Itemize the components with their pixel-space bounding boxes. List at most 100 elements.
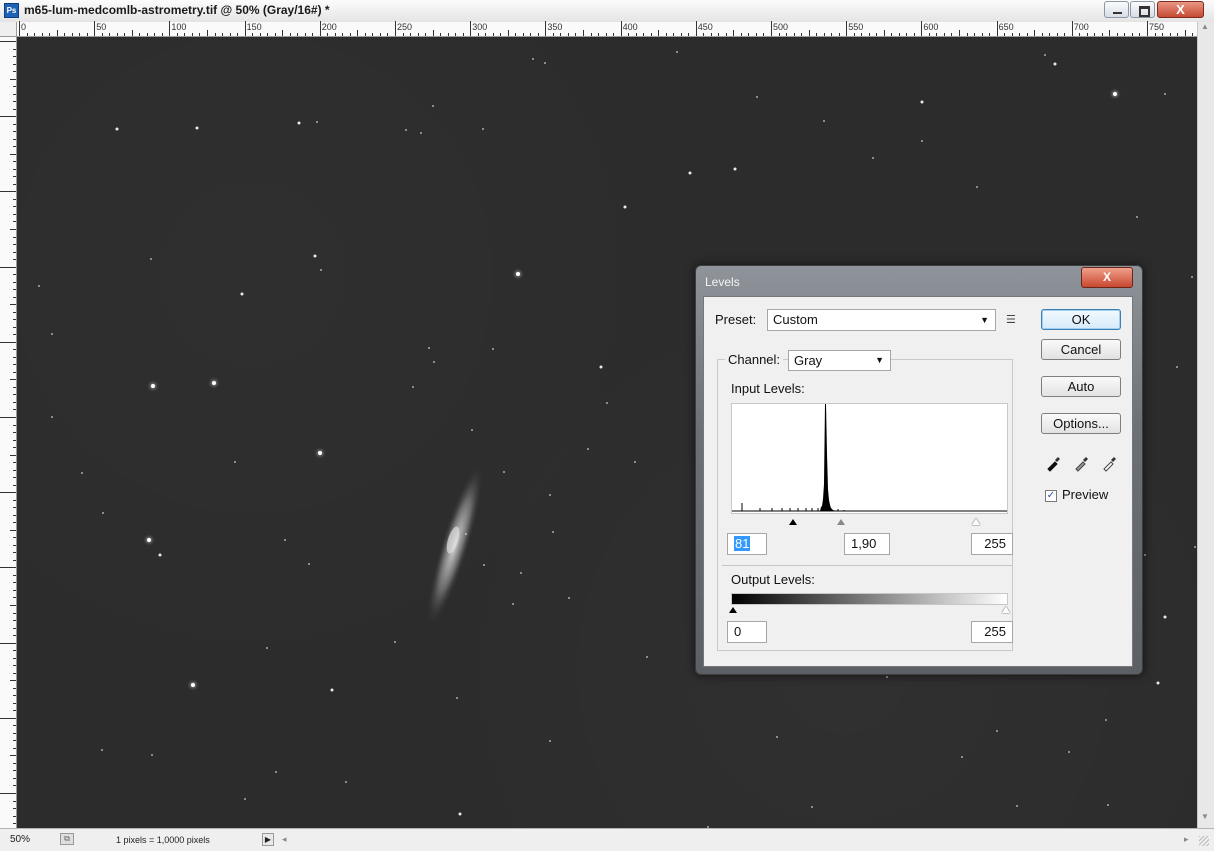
preset-dropdown[interactable]: Custom ▼ bbox=[767, 309, 996, 331]
ruler-tick bbox=[695, 21, 697, 36]
ruler-tick bbox=[13, 665, 16, 667]
ruler-label: 450 bbox=[697, 22, 713, 32]
maximize-button[interactable] bbox=[1130, 1, 1155, 18]
ruler-tick bbox=[402, 33, 404, 36]
input-black-slider[interactable] bbox=[789, 519, 797, 525]
ruler-tick bbox=[282, 30, 284, 36]
ruler-tick bbox=[13, 477, 16, 479]
ruler-tick bbox=[13, 740, 16, 742]
ruler-label: 600 bbox=[923, 22, 939, 32]
star bbox=[483, 564, 485, 566]
ruler-tick bbox=[13, 747, 16, 749]
levels-dialog: Levels X Preset: Custom ▼ ☰ Channel: Gra… bbox=[695, 265, 1143, 675]
options-button[interactable]: Options... bbox=[1041, 413, 1121, 434]
ruler-label: 400 bbox=[622, 22, 638, 32]
ruler-tick bbox=[13, 469, 16, 471]
ruler-tick bbox=[229, 33, 231, 36]
ruler-tick bbox=[327, 33, 329, 36]
ruler-tick bbox=[13, 574, 16, 576]
output-white-field[interactable]: 255 bbox=[971, 621, 1013, 643]
status-menu-button[interactable]: ▶ bbox=[262, 833, 274, 846]
ruler-tick bbox=[13, 800, 16, 802]
star bbox=[568, 597, 570, 599]
ruler-tick bbox=[13, 725, 16, 727]
input-white-value: 255 bbox=[984, 536, 1006, 551]
ruler-tick bbox=[13, 687, 16, 689]
ruler-label: 50 bbox=[96, 22, 107, 32]
ruler-tick bbox=[13, 326, 16, 328]
close-window-button[interactable]: X bbox=[1157, 1, 1204, 18]
star bbox=[308, 563, 310, 565]
star bbox=[147, 538, 151, 542]
dialog-close-button[interactable]: X bbox=[1081, 267, 1133, 288]
ruler-origin[interactable] bbox=[0, 22, 17, 37]
ruler-tick bbox=[951, 33, 953, 36]
gray-eyedropper-icon[interactable] bbox=[1073, 454, 1091, 472]
preset-options-icon[interactable]: ☰ bbox=[1006, 313, 1016, 326]
ruler-tick bbox=[10, 529, 16, 531]
preset-label: Preset: bbox=[715, 312, 757, 327]
ruler-tick bbox=[13, 432, 16, 434]
input-black-value: 81 bbox=[734, 536, 751, 551]
output-white-slider[interactable] bbox=[1002, 606, 1010, 613]
ruler-tick bbox=[13, 63, 16, 65]
input-white-field[interactable]: 255 bbox=[971, 533, 1013, 555]
ruler-tick bbox=[0, 567, 16, 569]
black-eyedropper-icon[interactable] bbox=[1045, 454, 1063, 472]
auto-button[interactable]: Auto bbox=[1041, 376, 1121, 397]
star bbox=[471, 429, 473, 431]
ruler-tick bbox=[13, 319, 16, 321]
ok-button[interactable]: OK bbox=[1041, 309, 1121, 330]
ruler-tick bbox=[425, 33, 427, 36]
star bbox=[886, 676, 888, 678]
ruler-tick bbox=[13, 401, 16, 403]
star bbox=[313, 254, 317, 258]
cancel-button[interactable]: Cancel bbox=[1041, 339, 1121, 360]
scroll-up-icon[interactable]: ▲ bbox=[1201, 22, 1209, 31]
minimize-button[interactable] bbox=[1104, 1, 1129, 18]
output-black-field[interactable]: 0 bbox=[727, 621, 767, 643]
white-eyedropper-icon[interactable] bbox=[1101, 454, 1119, 472]
ruler-tick bbox=[1154, 33, 1156, 36]
ruler-tick bbox=[485, 33, 487, 36]
input-white-slider[interactable] bbox=[972, 518, 980, 525]
ruler-tick bbox=[1094, 33, 1096, 36]
document-profile-icon[interactable]: ⧉ bbox=[60, 833, 74, 845]
preview-checkbox[interactable]: ✓ bbox=[1045, 490, 1057, 502]
star bbox=[921, 140, 923, 142]
ruler-tick bbox=[10, 153, 16, 155]
ruler-tick bbox=[154, 33, 156, 36]
star bbox=[115, 127, 119, 131]
ruler-tick bbox=[13, 823, 16, 825]
ruler-tick bbox=[507, 30, 509, 36]
output-black-value: 0 bbox=[734, 624, 742, 639]
ruler-label: 300 bbox=[472, 22, 488, 32]
ruler-tick bbox=[13, 221, 16, 223]
histogram-graph bbox=[732, 404, 1007, 512]
scroll-right-icon[interactable]: ▸ bbox=[1184, 834, 1189, 845]
star bbox=[266, 647, 268, 649]
ruler-tick bbox=[13, 815, 16, 817]
scroll-left-icon[interactable]: ◂ bbox=[282, 834, 287, 845]
horizontal-ruler[interactable]: 0 50 100 150 200 250 300 350 400 450 500 550 600 650 7… bbox=[0, 21, 1197, 37]
status-bar: 50% ⧉ 1 pixels = 1,0000 pixels ▶ ◂ ▸ bbox=[0, 828, 1214, 851]
output-black-slider[interactable] bbox=[729, 607, 737, 613]
vertical-scrollbar[interactable]: ▲ ▼ bbox=[1197, 22, 1214, 828]
ruler-tick bbox=[10, 229, 16, 230]
vertical-ruler[interactable] bbox=[0, 37, 17, 828]
star bbox=[599, 365, 603, 369]
ruler-label: 550 bbox=[848, 22, 864, 32]
zoom-level-field[interactable]: 50% bbox=[10, 834, 30, 845]
channel-dropdown[interactable]: Gray ▼ bbox=[788, 350, 891, 371]
input-gamma-field[interactable]: 1,90 bbox=[844, 533, 890, 555]
input-black-field[interactable]: 81 bbox=[727, 533, 767, 555]
input-gamma-slider[interactable] bbox=[837, 519, 845, 525]
star bbox=[492, 348, 494, 350]
ruler-tick bbox=[13, 582, 16, 584]
resize-grip[interactable] bbox=[1199, 836, 1209, 846]
scroll-down-icon[interactable]: ▼ bbox=[1201, 812, 1209, 821]
ruler-tick bbox=[13, 544, 16, 546]
maximize-icon bbox=[1139, 6, 1150, 17]
ruler-tick bbox=[13, 808, 16, 810]
ruler-tick bbox=[0, 116, 16, 118]
